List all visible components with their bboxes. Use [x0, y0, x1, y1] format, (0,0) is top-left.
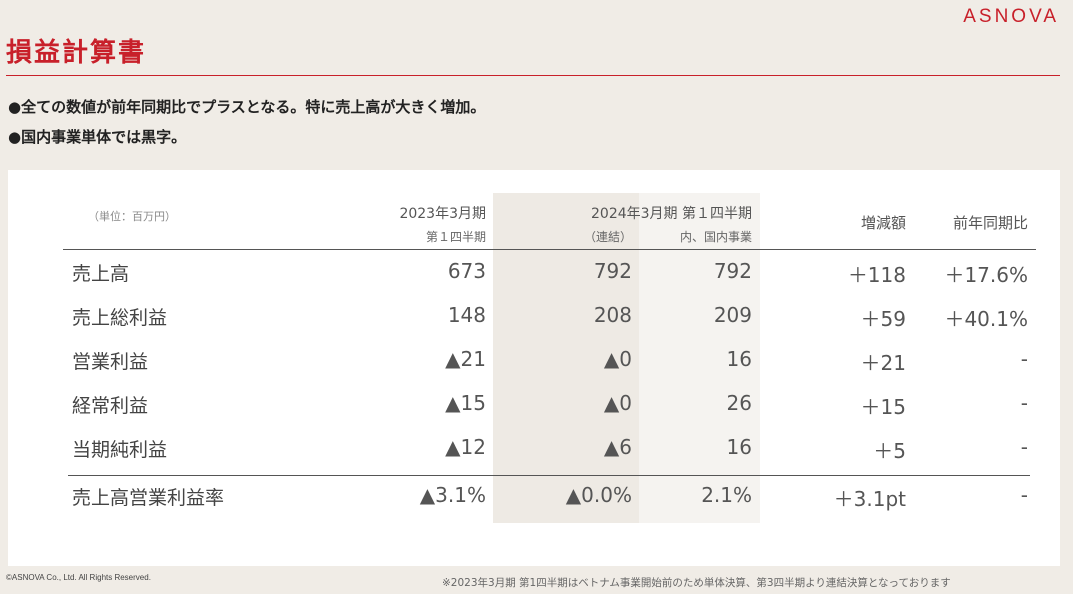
cell-consolidated: ▲6: [603, 435, 632, 459]
cell-domestic: 209: [713, 303, 752, 327]
header-prev-year: 2023年3月期: [399, 206, 486, 222]
header-yoy: 前年同期比: [952, 214, 1028, 232]
header-change: 増減額: [860, 214, 906, 232]
cell-change: ＋5: [873, 439, 906, 463]
cell-consolidated: 208: [593, 303, 632, 327]
cell-prev: ▲15: [445, 391, 486, 415]
cell-prev: 673: [447, 259, 486, 283]
row-label: 売上総利益: [72, 307, 168, 329]
cell-domestic: 16: [726, 347, 752, 371]
cell-change: ＋59: [860, 307, 906, 331]
header-divider: [63, 249, 1036, 250]
copyright: ©ASNOVA Co., Ltd. All Rights Reserved.: [6, 573, 151, 582]
cell-yoy: ＋40.1%: [944, 307, 1028, 331]
unit-label: （単位：百万円）: [88, 210, 176, 223]
cell-consolidated: ▲0: [603, 391, 632, 415]
company-logo: ASNOVA: [963, 6, 1059, 27]
margin-divider: [68, 475, 1030, 476]
cell-prev: ▲12: [445, 435, 486, 459]
bullet-point: ●全ての数値が前年同期比でプラスとなる。特に売上高が大きく増加。: [8, 98, 486, 116]
cell-yoy: -: [1020, 483, 1028, 507]
bullet-point: ●国内事業単体では黒字。: [8, 128, 187, 146]
header-prev-year-sub: 第１四半期: [425, 230, 486, 244]
cell-prev: ▲21: [445, 347, 486, 371]
row-label: 当期純利益: [72, 439, 168, 461]
cell-domestic: 26: [726, 391, 752, 415]
row-label: 経常利益: [72, 395, 149, 417]
cell-yoy: -: [1020, 435, 1028, 459]
cell-yoy: ＋17.6%: [944, 263, 1028, 287]
header-consolidated: （連結）: [583, 230, 632, 244]
cell-consolidated: ▲0: [603, 347, 632, 371]
cell-change: ＋3.1pt: [833, 487, 906, 511]
cell-change: ＋21: [860, 351, 906, 375]
cell-domestic: 2.1%: [701, 483, 752, 507]
row-label: 営業利益: [72, 351, 149, 373]
header-current-year: 2024年3月期 第１四半期: [591, 206, 752, 222]
cell-consolidated: ▲0.0%: [565, 483, 632, 507]
cell-prev: ▲3.1%: [419, 483, 486, 507]
cell-change: ＋15: [860, 395, 906, 419]
cell-change: ＋118: [847, 263, 906, 287]
income-statement-table: （単位：百万円） 2023年3月期 第１四半期 2024年3月期 第１四半期 （…: [8, 170, 1060, 566]
title-divider: [6, 75, 1060, 76]
cell-prev: 148: [447, 303, 486, 327]
cell-domestic: 792: [713, 259, 752, 283]
cell-yoy: -: [1020, 347, 1028, 371]
footnote: ※2023年3月期 第1四半期はベトナム事業開始前のため単体決算、第3四半期より…: [442, 577, 951, 589]
cell-consolidated: 792: [593, 259, 632, 283]
page-title: 損益計算書: [6, 38, 147, 68]
cell-domestic: 16: [726, 435, 752, 459]
cell-yoy: -: [1020, 391, 1028, 415]
header-domestic: 内、国内事業: [679, 230, 752, 244]
row-label: 売上高営業利益率: [72, 487, 225, 509]
row-label: 売上高: [72, 263, 130, 285]
